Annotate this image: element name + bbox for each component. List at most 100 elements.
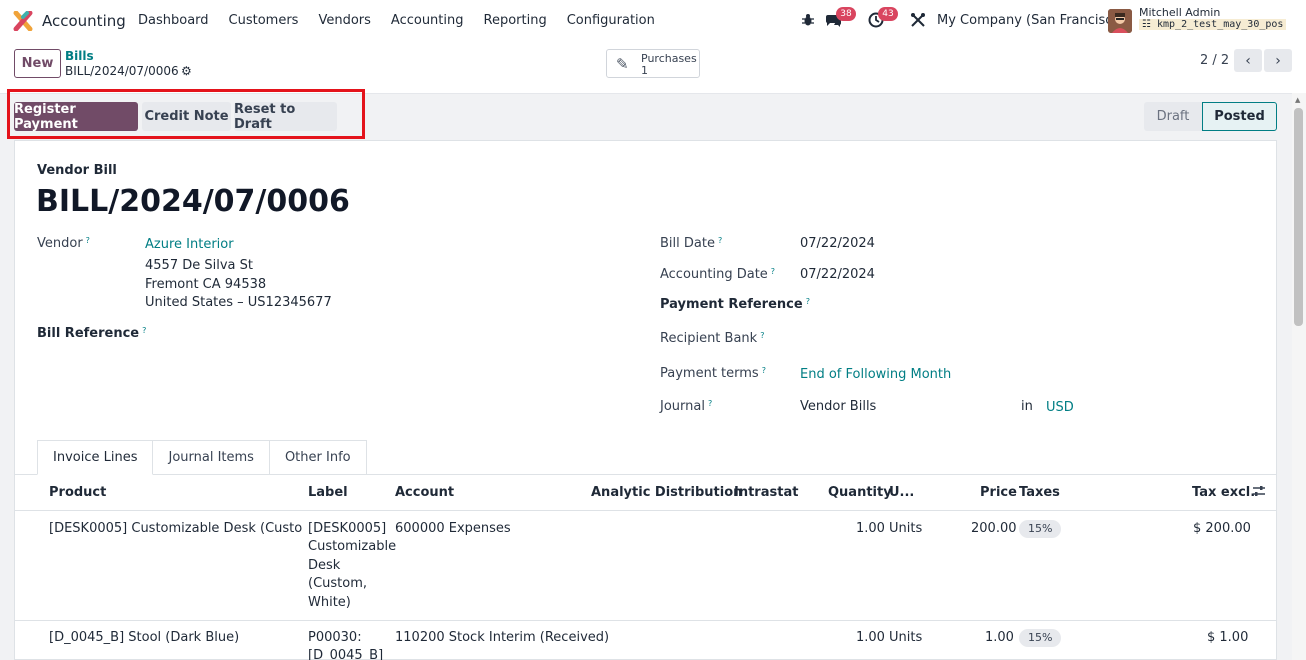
vendor-address-line1: 4557 De Silva St xyxy=(145,258,253,273)
bill-date-label-text: Bill Date xyxy=(660,236,715,251)
vendor-label: Vendor? xyxy=(37,236,90,251)
help-icon[interactable]: ? xyxy=(760,331,764,340)
column-taxes[interactable]: Taxes xyxy=(1019,485,1060,500)
column-quantity[interactable]: Quantity xyxy=(828,485,892,500)
vendor-address-line3: United States – US12345677 xyxy=(145,295,332,310)
column-tax-excluded[interactable]: Tax excl. xyxy=(1192,485,1255,500)
breadcrumb-current: BILL/2024/07/0006 xyxy=(65,64,179,78)
bill-date-field[interactable]: 07/22/2024 xyxy=(800,236,875,251)
menu-dashboard[interactable]: Dashboard xyxy=(138,13,209,28)
status-draft[interactable]: Draft xyxy=(1144,102,1202,131)
optional-columns-icon[interactable] xyxy=(1252,484,1266,502)
row-label-line: [DESK0005] xyxy=(308,521,387,536)
chevron-left-icon: ‹ xyxy=(1245,52,1251,69)
help-icon[interactable]: ? xyxy=(771,267,775,276)
notebook-tabs: Invoice Lines Journal Items Other Info xyxy=(37,440,367,475)
tab-invoice-lines[interactable]: Invoice Lines xyxy=(37,440,154,475)
company-switcher[interactable]: My Company (San Francisco) xyxy=(937,13,1125,28)
currency-field[interactable]: USD xyxy=(1046,400,1074,415)
row-price: 1.00 xyxy=(985,630,1014,645)
new-button[interactable]: New xyxy=(14,49,61,78)
tax-badge: 15% xyxy=(1019,520,1062,538)
tab-other-info[interactable]: Other Info xyxy=(269,440,367,475)
row-label-line: (Custom, xyxy=(308,576,368,591)
row-account: 110200 Stock Interim (Received) xyxy=(395,630,610,645)
edit-icon: ✎ xyxy=(616,55,629,73)
column-account[interactable]: Account xyxy=(395,485,454,500)
vendor-field[interactable]: Azure Interior xyxy=(145,237,234,252)
recipient-bank-label: Recipient Bank? xyxy=(660,331,764,346)
row-uom: Units xyxy=(889,630,923,645)
row-label-line: Customizable xyxy=(308,539,397,554)
menu-accounting[interactable]: Accounting xyxy=(391,13,464,28)
menu-reporting[interactable]: Reporting xyxy=(484,13,547,28)
accounting-date-field[interactable]: 07/22/2024 xyxy=(800,267,875,282)
help-icon[interactable]: ? xyxy=(708,399,712,408)
activities-icon[interactable]: 43 xyxy=(868,7,898,31)
status-bar: Draft Posted xyxy=(1144,102,1277,131)
journal-label: Journal? xyxy=(660,399,712,414)
menu-configuration[interactable]: Configuration xyxy=(567,13,655,28)
help-icon[interactable]: ? xyxy=(86,236,90,245)
bug-icon[interactable] xyxy=(801,9,815,31)
row-price: 200.00 xyxy=(971,521,1017,536)
purchases-count: 1 xyxy=(641,64,648,77)
tab-journal-items[interactable]: Journal Items xyxy=(153,440,270,475)
purchases-label: Purchases xyxy=(641,52,697,65)
breadcrumb-bills[interactable]: Bills xyxy=(65,49,94,63)
app-name[interactable]: Accounting xyxy=(42,12,126,30)
help-icon[interactable]: ? xyxy=(718,236,722,245)
payment-terms-label-text: Payment terms xyxy=(660,366,759,381)
database-icon: ☷ xyxy=(1142,19,1157,30)
column-product[interactable]: Product xyxy=(49,485,106,500)
scrollbar-thumb[interactable] xyxy=(1294,108,1303,326)
scroll-up-arrow[interactable]: ▲ xyxy=(1295,96,1300,104)
user-avatar[interactable] xyxy=(1108,9,1132,33)
payment-reference-label: Payment Reference? xyxy=(660,297,810,312)
bill-reference-label: Bill Reference? xyxy=(37,326,146,341)
top-navbar: Accounting Dashboard Customers Vendors A… xyxy=(0,0,1306,41)
row-label-line: [D_0045_B] xyxy=(308,648,384,660)
row-quantity: 1.00 xyxy=(856,521,885,536)
row-product[interactable]: [DESK0005] Customizable Desk (Custom, Wh xyxy=(49,520,303,539)
messages-icon[interactable]: 38 xyxy=(824,7,856,31)
payment-terms-label: Payment terms? xyxy=(660,366,766,381)
row-quantity: 1.00 xyxy=(856,630,885,645)
row-subtotal: $ 1.00 xyxy=(1207,630,1249,645)
pager-value[interactable]: 2 / 2 xyxy=(1200,53,1229,68)
in-label: in xyxy=(1021,399,1033,414)
status-posted[interactable]: Posted xyxy=(1202,102,1277,131)
help-icon[interactable]: ? xyxy=(806,297,810,306)
tools-icon[interactable] xyxy=(910,9,926,31)
accounting-date-label: Accounting Date? xyxy=(660,267,775,282)
purchases-smart-button[interactable]: ✎ Purchases 1 xyxy=(606,49,700,78)
help-icon[interactable]: ? xyxy=(762,366,766,375)
tax-badge: 15% xyxy=(1019,629,1062,647)
row-subtotal: $ 200.00 xyxy=(1193,521,1251,536)
accounting-date-label-text: Accounting Date xyxy=(660,267,768,282)
bill-reference-label-text: Bill Reference xyxy=(37,326,140,341)
menu-vendors[interactable]: Vendors xyxy=(318,13,370,28)
vendor-label-text: Vendor xyxy=(37,236,83,251)
column-intrastat[interactable]: Intrastat xyxy=(734,485,798,500)
row-label-line: White) xyxy=(308,595,351,610)
journal-field[interactable]: Vendor Bills xyxy=(800,399,876,414)
column-price[interactable]: Price xyxy=(980,485,1017,500)
row-product[interactable]: [D_0045_B] Stool (Dark Blue) xyxy=(49,629,239,648)
column-analytic-distribution[interactable]: Analytic Distribution xyxy=(591,485,742,500)
menu-customers[interactable]: Customers xyxy=(229,13,299,28)
header-divider xyxy=(15,510,1276,511)
help-icon[interactable]: ? xyxy=(142,326,146,335)
vendor-address-line2: Fremont CA 94538 xyxy=(145,277,267,292)
journal-label-text: Journal xyxy=(660,399,705,414)
payment-terms-field[interactable]: End of Following Month xyxy=(800,367,951,382)
database-name: ☷ kmp_2_test_may_30_pos xyxy=(1139,19,1287,30)
user-name[interactable]: Mitchell Admin xyxy=(1139,6,1220,19)
pager-next-button[interactable]: › xyxy=(1264,49,1292,72)
pager-previous-button[interactable]: ‹ xyxy=(1234,49,1262,72)
database-name-text: kmp_2_test_may_30_pos xyxy=(1157,19,1284,30)
accounting-app-icon[interactable] xyxy=(13,11,33,31)
gear-icon[interactable]: ⚙ xyxy=(181,64,192,78)
column-uom[interactable]: U... xyxy=(889,485,914,500)
column-label[interactable]: Label xyxy=(308,485,348,500)
